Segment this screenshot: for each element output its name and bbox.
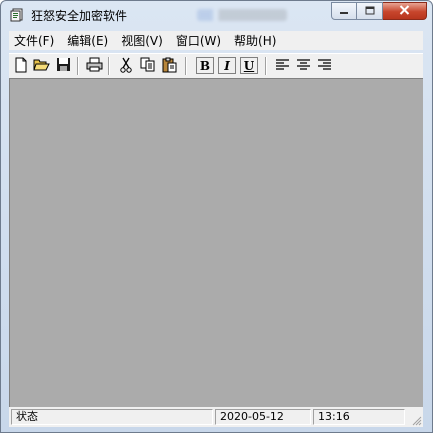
print-button[interactable] bbox=[85, 56, 104, 76]
blurred-background-title bbox=[197, 9, 287, 21]
toolbar-separator bbox=[108, 57, 110, 75]
toolbar: B I U bbox=[9, 53, 423, 79]
align-center-icon bbox=[296, 58, 311, 75]
italic-button[interactable]: I bbox=[218, 57, 236, 74]
menu-help[interactable]: 帮助(H) bbox=[229, 32, 281, 49]
align-right-button[interactable] bbox=[315, 56, 334, 76]
underline-button[interactable]: U bbox=[240, 57, 258, 74]
open-button[interactable] bbox=[32, 56, 51, 76]
open-folder-icon bbox=[33, 57, 50, 75]
paste-button[interactable] bbox=[160, 56, 179, 76]
status-text: 状态 bbox=[11, 409, 213, 425]
close-icon bbox=[399, 4, 410, 18]
copy-button[interactable] bbox=[138, 56, 157, 76]
new-file-button[interactable] bbox=[11, 56, 30, 76]
menu-file[interactable]: 文件(F) bbox=[9, 32, 59, 49]
status-bar: 状态 2020-05-12 13:16 bbox=[9, 407, 423, 427]
status-date: 2020-05-12 bbox=[215, 409, 311, 425]
save-button[interactable] bbox=[54, 56, 73, 76]
toolbar-separator bbox=[185, 57, 187, 75]
status-time: 13:16 bbox=[313, 409, 405, 425]
resize-grip-icon[interactable] bbox=[410, 414, 422, 426]
minimize-icon bbox=[339, 4, 349, 18]
maximize-button[interactable] bbox=[357, 2, 383, 20]
align-right-icon bbox=[317, 58, 332, 75]
toolbar-separator bbox=[77, 57, 79, 75]
menu-window[interactable]: 窗口(W) bbox=[171, 32, 226, 49]
title-bar[interactable]: 狂怒安全加密软件 bbox=[1, 1, 432, 29]
new-file-icon bbox=[14, 57, 28, 76]
maximize-icon bbox=[365, 4, 375, 18]
align-center-button[interactable] bbox=[294, 56, 313, 76]
mdi-client-area[interactable] bbox=[9, 78, 423, 407]
cut-button[interactable] bbox=[116, 56, 135, 76]
minimize-button[interactable] bbox=[331, 2, 357, 20]
close-button[interactable] bbox=[383, 2, 427, 20]
app-icon[interactable] bbox=[10, 8, 24, 22]
menu-view[interactable]: 视图(V) bbox=[116, 32, 168, 49]
window-title: 狂怒安全加密软件 bbox=[31, 9, 128, 23]
toolbar-separator bbox=[265, 57, 267, 75]
copy-icon bbox=[140, 57, 156, 75]
caption-buttons bbox=[331, 2, 427, 21]
cut-icon bbox=[119, 57, 133, 76]
save-icon bbox=[56, 57, 71, 75]
app-window: 狂怒安全加密软件 文件(F) 编辑(E) 视图(V) 窗口(W) 帮助(H) B… bbox=[0, 0, 433, 433]
align-left-icon bbox=[275, 58, 290, 75]
print-icon bbox=[86, 57, 103, 75]
menu-bar: 文件(F) 编辑(E) 视图(V) 窗口(W) 帮助(H) bbox=[9, 31, 423, 50]
align-left-button[interactable] bbox=[273, 56, 292, 76]
paste-icon bbox=[162, 57, 178, 76]
menu-edit[interactable]: 编辑(E) bbox=[62, 32, 113, 49]
bold-button[interactable]: B bbox=[196, 57, 214, 74]
